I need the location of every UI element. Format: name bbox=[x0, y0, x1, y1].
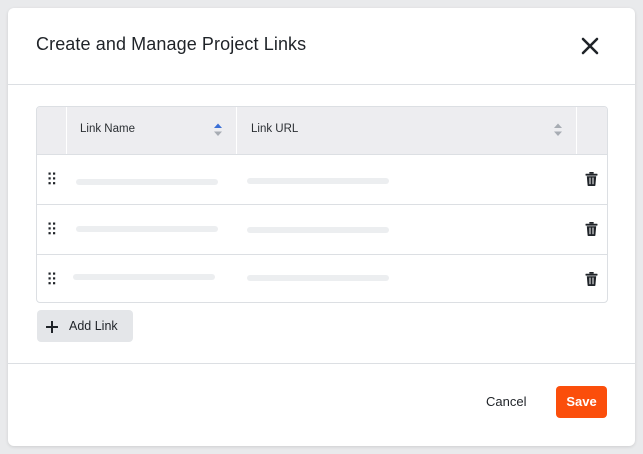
add-link-label: Add Link bbox=[69, 319, 118, 333]
column-header-link-name[interactable]: Link Name bbox=[80, 123, 135, 135]
column-divider bbox=[576, 107, 577, 154]
project-links-dialog: Create and Manage Project Links Link Nam… bbox=[8, 8, 635, 446]
table-row bbox=[37, 155, 607, 205]
drag-handle-icon[interactable] bbox=[48, 172, 56, 185]
sort-icon[interactable] bbox=[213, 122, 223, 138]
dialog-title: Create and Manage Project Links bbox=[36, 34, 307, 54]
table-header: Link Name Link URL bbox=[37, 107, 607, 155]
link-name-field[interactable] bbox=[73, 274, 215, 280]
save-button[interactable]: Save bbox=[556, 386, 607, 418]
column-divider bbox=[236, 107, 237, 154]
sort-icon[interactable] bbox=[553, 122, 563, 138]
add-link-button[interactable]: Add Link bbox=[37, 310, 133, 342]
column-divider bbox=[66, 107, 67, 154]
table-row bbox=[37, 255, 607, 302]
dialog-footer: Cancel Save bbox=[8, 363, 635, 446]
drag-handle-icon[interactable] bbox=[48, 222, 56, 235]
trash-icon[interactable] bbox=[585, 172, 598, 186]
link-name-field[interactable] bbox=[76, 179, 218, 185]
drag-handle-icon[interactable] bbox=[48, 272, 56, 285]
close-icon[interactable] bbox=[580, 36, 600, 56]
link-url-field[interactable] bbox=[247, 275, 389, 281]
trash-icon[interactable] bbox=[585, 222, 598, 236]
table-row bbox=[37, 205, 607, 255]
link-url-field[interactable] bbox=[247, 227, 389, 233]
link-url-field[interactable] bbox=[247, 178, 389, 184]
links-table: Link Name Link URL bbox=[36, 106, 608, 303]
cancel-button[interactable]: Cancel bbox=[486, 394, 526, 409]
dialog-header: Create and Manage Project Links bbox=[8, 8, 635, 85]
plus-icon bbox=[45, 320, 59, 334]
trash-icon[interactable] bbox=[585, 272, 598, 286]
link-name-field[interactable] bbox=[76, 226, 218, 232]
column-header-link-url[interactable]: Link URL bbox=[251, 123, 298, 135]
